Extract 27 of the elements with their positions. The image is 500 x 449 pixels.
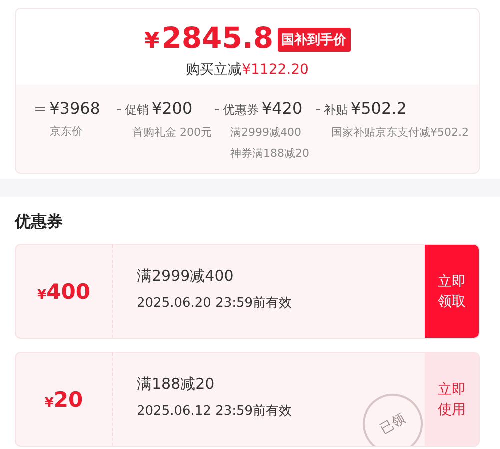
coupon-validity: 2025.06.12 23:59前有效 (137, 403, 294, 420)
breakdown-note: 京东价 (49, 124, 84, 139)
coupon-condition: 满2999减400 (137, 267, 235, 286)
final-price: ¥2845.8 (144, 21, 274, 57)
section-title: 优惠券 (15, 212, 64, 233)
breakdown-note: 神券满188减20 (230, 146, 310, 161)
coupon-amount: ¥400 (38, 280, 90, 304)
breakdown-amount: ¥200 (152, 99, 193, 118)
coupon-amount: ¥20 (44, 388, 84, 412)
coupon-condition: 满188减20 (137, 375, 216, 394)
breakdown-amount: ¥3968 (50, 99, 100, 118)
operator-sign: = (34, 100, 47, 118)
breakdown-amount: ¥502.2 (350, 99, 407, 118)
breakdown-label: 促销 (124, 102, 149, 119)
breakdown-amount: ¥420 (262, 99, 303, 118)
coupon-action-button[interactable]: 立即领取 (425, 245, 479, 338)
breakdown-label: 补贴 (324, 102, 348, 119)
breakdown-label: 优惠券 (222, 102, 259, 119)
coupon-action-button[interactable]: 立即使用 (425, 353, 479, 446)
operator-sign: - (316, 100, 321, 118)
breakdown-note: 国家补贴京东支付减¥502.2 (330, 125, 469, 140)
operator-sign: - (116, 100, 122, 118)
breakdown-note: 满2999减400 (230, 125, 302, 140)
price-tag: 国补到手价 (278, 28, 351, 52)
coupon-validity: 2025.06.20 23:59前有效 (137, 295, 294, 312)
saving-text: 购买立减¥1122.20 (185, 61, 310, 79)
operator-sign: - (214, 100, 220, 118)
